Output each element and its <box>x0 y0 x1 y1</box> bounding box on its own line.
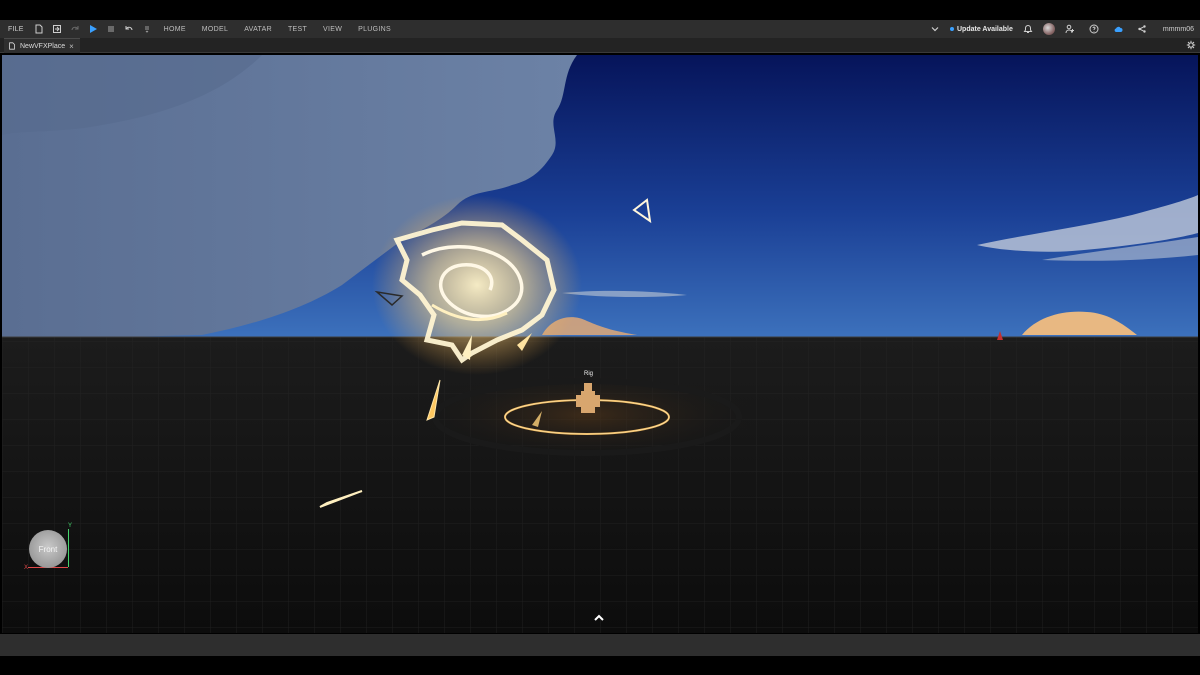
rig-label: Rig <box>584 371 594 377</box>
close-icon[interactable]: × <box>69 42 74 51</box>
document-tab-strip: NewVFXPlace × <box>0 38 1200 53</box>
3d-viewport[interactable]: Rig Y X Front <box>2 55 1198 633</box>
share-icon[interactable] <box>1135 22 1149 36</box>
file-menu[interactable]: FILE <box>6 26 30 33</box>
chevron-up-icon[interactable] <box>592 613 606 623</box>
cloud-icon[interactable] <box>1111 22 1125 36</box>
axis-y-label: Y <box>68 523 73 529</box>
help-icon[interactable] <box>1087 22 1101 36</box>
tab-home[interactable]: HOME <box>156 26 194 33</box>
document-tab[interactable]: NewVFXPlace × <box>4 38 80 53</box>
letterbox-bottom <box>0 656 1200 675</box>
chevron-down-icon[interactable] <box>928 22 942 36</box>
file-new-icon[interactable] <box>32 22 46 36</box>
stop-icon[interactable] <box>104 22 118 36</box>
place-file-icon <box>9 42 15 50</box>
update-available-label: Update Available <box>956 25 1013 33</box>
update-dot-icon <box>949 27 954 31</box>
tab-test[interactable]: TEST <box>280 26 315 33</box>
undo-icon[interactable] <box>122 22 136 36</box>
view-cube-front-face[interactable]: Front <box>29 530 67 568</box>
top-menu-bar: FILE HOME MODEL AVATAR TEST VIEW PLUGINS <box>0 20 1200 38</box>
open-icon[interactable] <box>50 22 64 36</box>
play-icon[interactable] <box>86 22 100 36</box>
gear-icon[interactable] <box>1186 40 1196 50</box>
letterbox-top <box>0 0 1200 20</box>
tab-avatar[interactable]: AVATAR <box>236 26 280 33</box>
axis-x-label: X <box>24 565 29 571</box>
view-cube[interactable]: Y X Front <box>24 523 72 573</box>
update-available-button[interactable]: Update Available <box>949 25 1013 33</box>
view-cube-face-label: Front <box>38 544 58 554</box>
avatar[interactable] <box>1042 23 1055 35</box>
redo-icon[interactable] <box>68 22 82 36</box>
tab-model[interactable]: MODEL <box>194 26 236 33</box>
friends-icon[interactable] <box>1063 22 1077 36</box>
undo-dropdown-icon[interactable] <box>140 22 154 36</box>
bottom-status-bar <box>0 634 1200 656</box>
bell-icon[interactable] <box>1021 22 1035 36</box>
axis-y-line <box>68 529 69 567</box>
tab-plugins[interactable]: PLUGINS <box>350 26 399 33</box>
scene-render[interactable] <box>2 55 1198 633</box>
tab-view[interactable]: VIEW <box>315 26 350 33</box>
username[interactable]: mmmm06 <box>1157 26 1194 33</box>
document-tab-title: NewVFXPlace <box>20 42 66 50</box>
